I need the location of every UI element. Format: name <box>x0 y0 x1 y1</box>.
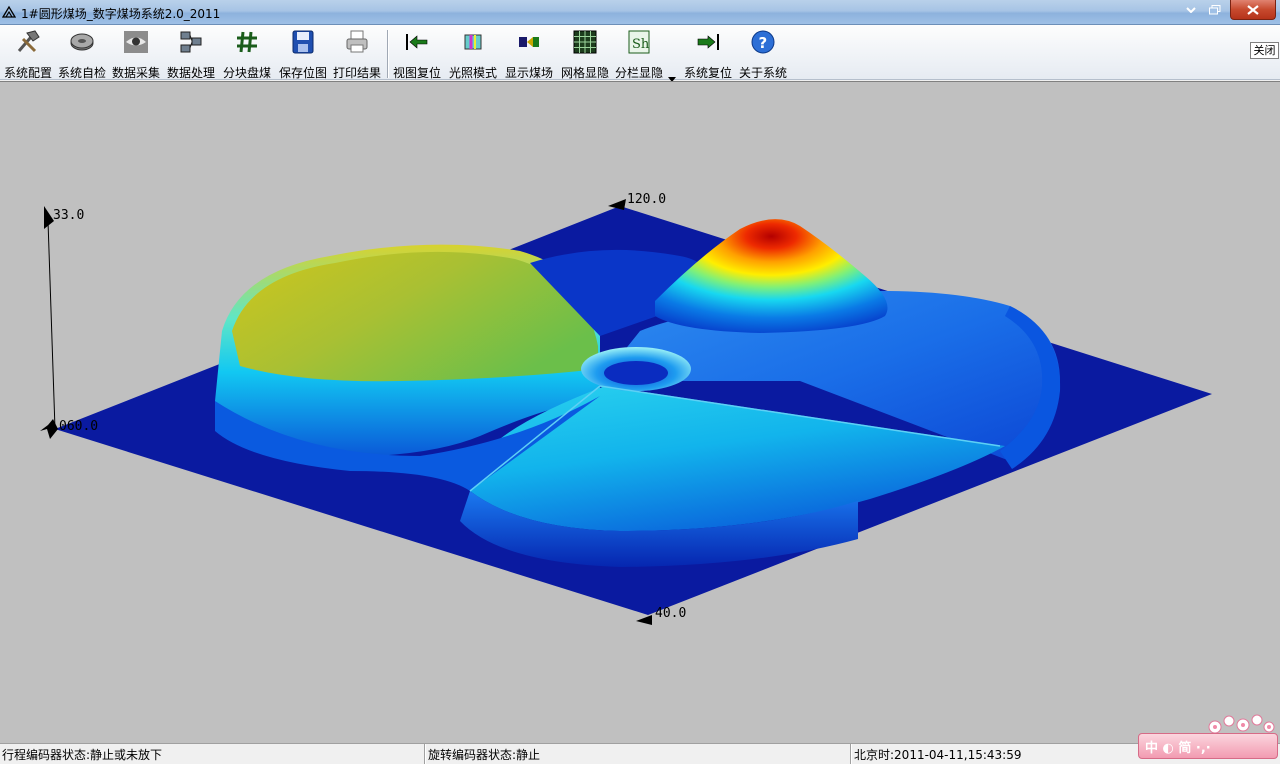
beijing-time: 北京时:2011-04-11,15:43:59 <box>854 748 1022 762</box>
block-count-label: 分块盘煤 <box>222 66 271 80</box>
axis-origin-label: 060.0 <box>59 419 98 434</box>
viewport-3d[interactable]: 120.0 33.0 060.0 40.0 <box>0 81 1280 743</box>
data-process-button[interactable]: 数据处理 <box>164 27 218 80</box>
lighting-mode-label: 光照模式 <box>448 66 497 80</box>
axis-z-label: 33.0 <box>53 208 84 223</box>
status-bar: 行程编码器状态:静止或未放下 旋转编码器状态:静止 北京时:2011-04-11… <box>0 743 1280 764</box>
print-button[interactable]: 打印结果 <box>330 27 384 80</box>
close-button[interactable] <box>1230 0 1276 20</box>
about-label: 关于系统 <box>738 66 787 80</box>
ime-label: 中 ◐ 简 ·,· <box>1145 740 1211 756</box>
data-collect-label: 数据采集 <box>111 66 160 80</box>
data-collect-button[interactable]: 数据采集 <box>110 27 162 80</box>
svg-text:Sh: Sh <box>632 37 650 52</box>
light-icon <box>464 34 482 50</box>
center-hole-inner <box>604 361 668 385</box>
restore-button[interactable] <box>1204 0 1226 20</box>
save-bitmap-button[interactable]: 保存位图 <box>276 27 330 80</box>
system-config-label: 系统配置 <box>3 66 52 80</box>
bottom-axis-arrow <box>636 615 652 625</box>
status-divider <box>850 744 852 764</box>
close-icon <box>1247 4 1259 15</box>
grid-toggle-label: 网格显隐 <box>560 66 609 80</box>
minimize-button[interactable] <box>1180 0 1202 20</box>
axis-bottom-label: 40.0 <box>655 606 686 621</box>
z-axis <box>47 220 56 430</box>
view-reset-button[interactable]: 视图复位 <box>390 27 444 80</box>
save-bitmap-label: 保存位图 <box>278 66 327 80</box>
arrow-right-icon <box>519 37 539 47</box>
axis-top-label: 120.0 <box>627 192 666 207</box>
print-label: 打印结果 <box>332 66 381 80</box>
help-icon: ? <box>751 30 775 54</box>
hammer-icon <box>17 30 40 53</box>
eye-icon <box>124 31 148 53</box>
column-toggle-button[interactable]: Sh 分栏显隐 <box>612 27 666 80</box>
about-button[interactable]: ? 关于系统 <box>736 27 790 80</box>
ime-toolbar[interactable]: 中 ◐ 简 ·,· <box>1138 733 1278 759</box>
column-toggle-label: 分栏显隐 <box>614 66 663 80</box>
window-title: 1#圆形煤场_数字煤场系统2.0_2011 <box>21 7 221 21</box>
status-divider <box>424 744 426 764</box>
system-selftest-label: 系统自检 <box>57 66 106 80</box>
main-toolbar: 系统配置 系统自检 数据采集 数据处理 分块盘煤 保存位图 打印结果 视图复位 … <box>0 25 1280 82</box>
printer-icon <box>346 30 368 53</box>
svg-text:?: ? <box>759 34 768 52</box>
view-reset-label: 视图复位 <box>392 66 441 80</box>
arrow-left-icon <box>406 34 428 50</box>
minimize-icon <box>1186 7 1196 13</box>
coal-yard-3d-render[interactable]: 120.0 33.0 060.0 40.0 <box>0 82 1280 744</box>
disk-icon <box>70 33 94 51</box>
restore-icon <box>1209 5 1221 15</box>
block-count-button[interactable]: 分块盘煤 <box>220 27 274 80</box>
hash-icon <box>237 31 257 53</box>
grid-icon <box>573 30 597 54</box>
floppy-icon <box>292 30 314 54</box>
travel-encoder-status: 行程编码器状态:静止或未放下 <box>2 748 163 762</box>
system-reset-button[interactable]: 系统复位 <box>680 27 736 80</box>
system-selftest-button[interactable]: 系统自检 <box>56 27 108 80</box>
toolbar-separator <box>387 30 389 78</box>
app-icon <box>2 5 16 18</box>
rotary-encoder-status: 旋转编码器状态:静止 <box>428 748 541 762</box>
sheet-icon: Sh <box>628 30 650 54</box>
data-process-label: 数据处理 <box>166 66 215 80</box>
title-bar: 1#圆形煤场_数字煤场系统2.0_2011 <box>0 0 1280 25</box>
system-reset-label: 系统复位 <box>683 66 732 80</box>
show-yard-button[interactable]: 显示煤场 <box>502 27 556 80</box>
origin-marker <box>40 419 58 439</box>
lighting-mode-button[interactable]: 光照模式 <box>446 27 500 80</box>
reset-icon <box>697 34 719 50</box>
close-tool-button[interactable]: 关闭 <box>1250 42 1279 59</box>
show-yard-label: 显示煤场 <box>504 66 553 80</box>
system-config-button[interactable]: 系统配置 <box>2 27 54 80</box>
grid-toggle-button[interactable]: 网格显隐 <box>558 27 612 80</box>
network-icon <box>180 31 202 53</box>
